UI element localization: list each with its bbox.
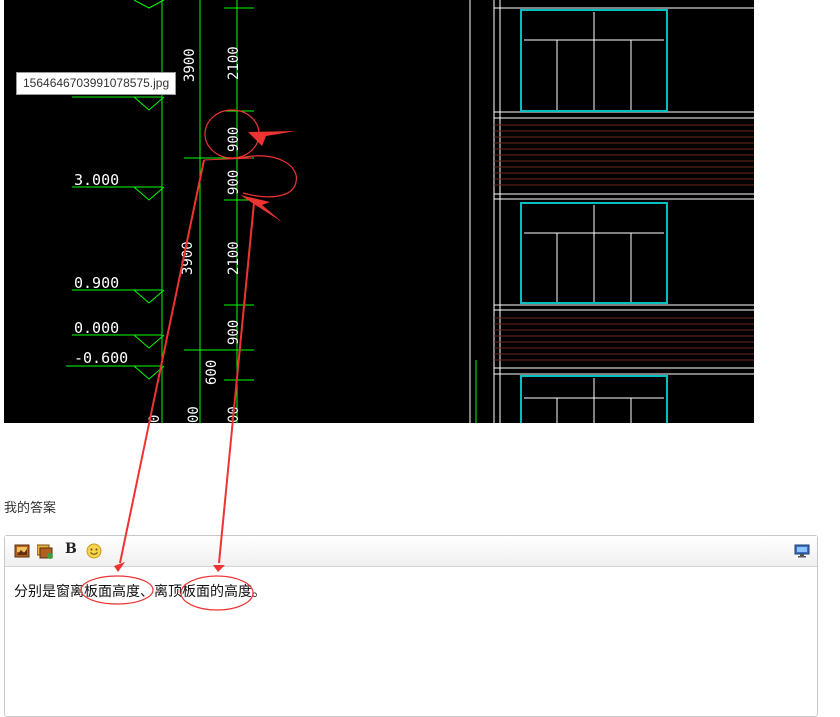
cad-drawing-image: 3.000 0.900 0.000 -0.600 4.500 3900 3900… (4, 0, 754, 423)
dimension-label: 00 (226, 406, 242, 423)
elevation-label: 0.000 (74, 319, 119, 337)
elevation-label: 0.900 (74, 274, 119, 292)
image-icon[interactable] (14, 543, 30, 559)
bold-button[interactable]: B (65, 541, 77, 557)
dimension-label: 00 (186, 406, 202, 423)
monitor-icon[interactable] (794, 543, 810, 559)
cad-drawing-svg: 3.000 0.900 0.000 -0.600 4.500 3900 3900… (66, 0, 754, 423)
dimension-label: 2100 (226, 46, 242, 80)
dimension-label: 900 (226, 170, 242, 195)
dimension-label: 3900 (180, 241, 196, 275)
dimension-label: 600 (204, 360, 220, 385)
answer-editor: B 分别是窗离板面高度、离顶板面的高度。 (4, 535, 818, 717)
filename-tooltip: 1564646703991078575.jpg (16, 72, 177, 95)
dimension-label: 900 (226, 127, 242, 152)
emoji-icon[interactable] (86, 543, 102, 559)
editor-content-area[interactable]: 分别是窗离板面高度、离顶板面的高度。 (5, 567, 817, 615)
elevation-label: -0.600 (74, 349, 128, 367)
dimension-label: 0 (147, 415, 163, 423)
my-answer-label: 我的答案 (4, 501, 57, 516)
dimension-label: 3900 (182, 48, 198, 82)
dimension-label: 2100 (226, 241, 242, 275)
dimension-label: 900 (226, 320, 242, 345)
editor-toolbar: B (5, 536, 817, 567)
gallery-icon[interactable] (37, 543, 53, 559)
elevation-label: 3.000 (74, 171, 119, 189)
